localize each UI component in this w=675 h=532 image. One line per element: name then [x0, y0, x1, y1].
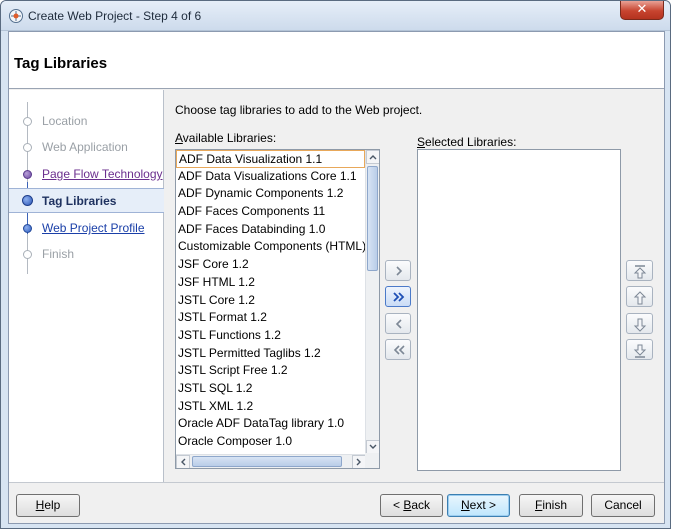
step-label: Location — [42, 114, 88, 128]
mnemonic: N — [460, 498, 470, 512]
step-dot-icon — [23, 224, 32, 233]
wizard-steps-panel: Location Web Application Page Flow Techn… — [9, 90, 164, 482]
move-to-bottom-button[interactable] — [626, 339, 653, 360]
list-item[interactable]: Customizable Components (HTML) 11 — [176, 238, 365, 256]
close-button[interactable]: ✕ — [620, 1, 664, 20]
window-title: Create Web Project - Step 4 of 6 — [28, 9, 202, 23]
list-item[interactable]: JSTL Core 1.2 — [176, 292, 365, 310]
chevron-right-icon — [396, 266, 403, 276]
list-item[interactable]: ADF Faces Components 11 — [176, 203, 365, 221]
available-libraries-list[interactable]: ADF Data Visualization 1.1 ADF Data Visua… — [175, 149, 380, 469]
list-item[interactable]: JSTL Format 1.2 — [176, 309, 365, 327]
scroll-thumb[interactable] — [367, 166, 378, 271]
step-tag-libraries[interactable]: Tag Libraries — [9, 188, 164, 213]
label-text: vailable Libraries: — [182, 131, 277, 145]
move-bottom-icon — [633, 344, 647, 358]
back-button[interactable]: < Back — [380, 494, 443, 517]
selected-libraries-label: Selected Libraries: — [417, 135, 516, 149]
scroll-down-arrow[interactable] — [366, 440, 379, 454]
list-item[interactable]: JSTL XML 1.2 — [176, 398, 365, 416]
title-bar: Create Web Project - Step 4 of 6 ✕ — [1, 1, 670, 31]
dialog-client-area: Tag Libraries Location Web Application P… — [8, 31, 665, 524]
step-dot-icon — [23, 170, 32, 179]
available-libraries-label: Available Libraries: — [175, 131, 276, 145]
arrow-up-icon — [633, 291, 647, 305]
instruction-text: Choose tag libraries to add to the Web p… — [175, 103, 423, 117]
next-button[interactable]: Next > — [447, 494, 510, 517]
list-item[interactable]: ADF Faces Databinding 1.0 — [176, 221, 365, 239]
chevron-down-icon — [369, 444, 377, 449]
button-label: ack — [411, 498, 431, 512]
list-item[interactable]: Oracle Composer Declarative Compo — [176, 451, 365, 453]
move-up-button[interactable] — [626, 286, 653, 307]
selected-libraries-list[interactable] — [417, 149, 621, 471]
footer-separator — [9, 482, 664, 483]
scroll-right-arrow[interactable] — [352, 455, 366, 468]
step-dot-icon — [22, 195, 33, 206]
finish-button[interactable]: Finish — [519, 494, 583, 517]
arrow-down-icon — [633, 318, 647, 332]
list-item[interactable]: ADF Data Visualization 1.1 — [176, 150, 365, 168]
list-item[interactable]: JSF HTML 1.2 — [176, 274, 365, 292]
mnemonic: S — [417, 135, 426, 149]
label-text: elected Libraries: — [425, 135, 517, 149]
step-link[interactable]: Web Project Profile — [42, 221, 145, 235]
step-label: Tag Libraries — [42, 194, 117, 208]
move-down-button[interactable] — [626, 313, 653, 334]
list-item[interactable]: JSTL Script Free 1.2 — [176, 362, 365, 380]
available-items-viewport: ADF Data Visualization 1.1 ADF Data Visua… — [176, 150, 365, 453]
cancel-button[interactable]: Cancel — [591, 494, 655, 517]
remove-button[interactable] — [385, 313, 411, 334]
step-label: Web Application — [42, 140, 128, 154]
list-item[interactable]: JSTL Functions 1.2 — [176, 327, 365, 345]
step-label: Finish — [42, 247, 75, 261]
button-prefix: < — [392, 498, 404, 512]
chevron-right-icon — [356, 458, 361, 466]
add-button[interactable] — [385, 260, 411, 281]
page-title: Tag Libraries — [14, 55, 108, 72]
step-dot-icon — [23, 143, 32, 152]
step-page-flow-technology[interactable]: Page Flow Technology — [9, 162, 164, 186]
list-item[interactable]: JSTL Permitted Taglibs 1.2 — [176, 345, 365, 363]
list-item[interactable]: ADF Dynamic Components 1.2 — [176, 185, 365, 203]
dialog-window: Create Web Project - Step 4 of 6 ✕ Tag L… — [0, 0, 671, 529]
list-item[interactable]: Oracle Composer 1.0 — [176, 433, 365, 451]
vertical-scrollbar[interactable] — [365, 150, 379, 454]
button-label: ext > — [469, 498, 497, 512]
list-item[interactable]: ADF Data Visualizations Core 1.1 — [176, 168, 365, 186]
step-finish: Finish — [9, 242, 164, 266]
step-web-application: Web Application — [9, 135, 164, 159]
step-web-project-profile[interactable]: Web Project Profile — [9, 216, 164, 240]
step-location: Location — [9, 109, 164, 133]
remove-all-button[interactable] — [385, 339, 411, 360]
move-to-top-button[interactable] — [626, 260, 653, 281]
scroll-up-arrow[interactable] — [366, 150, 379, 164]
close-icon: ✕ — [636, 2, 648, 17]
mnemonic: A — [175, 131, 183, 145]
double-chevron-right-icon — [393, 292, 405, 302]
chevron-left-icon — [395, 319, 402, 329]
scroll-left-arrow[interactable] — [176, 455, 190, 468]
list-item[interactable]: JSF Core 1.2 — [176, 256, 365, 274]
step-dot-icon — [23, 117, 32, 126]
horizontal-scrollbar[interactable] — [176, 454, 366, 468]
scroll-corner — [365, 453, 379, 468]
jdeveloper-app-icon — [9, 9, 23, 23]
add-all-button[interactable] — [385, 286, 411, 307]
move-top-icon — [633, 265, 647, 279]
scroll-thumb[interactable] — [192, 456, 342, 467]
chevron-left-icon — [181, 458, 186, 466]
help-button[interactable]: Help — [16, 494, 80, 517]
wizard-header: Tag Libraries — [9, 32, 664, 89]
step-dot-icon — [23, 250, 32, 259]
double-chevron-left-icon — [393, 345, 405, 355]
chevron-up-icon — [369, 155, 377, 160]
step-link[interactable]: Page Flow Technology — [42, 167, 163, 181]
list-item[interactable]: Oracle ADF DataTag library 1.0 — [176, 415, 365, 433]
list-item[interactable]: JSTL SQL 1.2 — [176, 380, 365, 398]
button-label: elp — [44, 498, 61, 512]
button-label: inish — [542, 498, 568, 512]
